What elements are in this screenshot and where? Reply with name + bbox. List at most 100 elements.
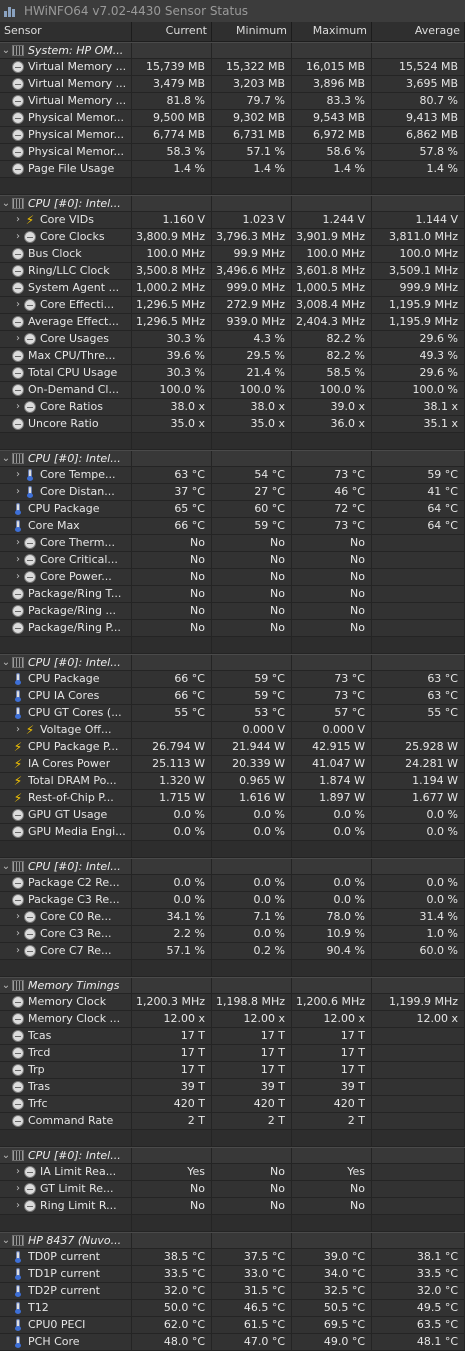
sensor-row[interactable]: Tras 39 T 39 T 39 T bbox=[0, 1079, 465, 1096]
sensor-row[interactable]: TD0P current 38.5 °C 37.5 °C 39.0 °C 38.1 °C bbox=[0, 1249, 465, 1266]
expand-chevron-icon[interactable]: › bbox=[12, 1164, 24, 1180]
sensor-row[interactable]: Bus Clock 100.0 MHz 99.9 MHz 100.0 MHz 100.0… bbox=[0, 246, 465, 263]
collapse-chevron-icon[interactable]: ⌄ bbox=[0, 43, 12, 59]
expand-chevron-icon[interactable]: › bbox=[12, 552, 24, 568]
sensor-row[interactable]: GPU GT Usage 0.0 % 0.0 % 0.0 % 0.0 % bbox=[0, 807, 465, 824]
sensor-row[interactable]: › ⚡ Voltage Off... 0.000 V 0.000 V bbox=[0, 722, 465, 739]
column-average[interactable]: Average bbox=[372, 22, 465, 41]
expand-chevron-icon[interactable]: › bbox=[12, 212, 24, 228]
expand-chevron-icon[interactable]: › bbox=[12, 1198, 24, 1214]
sensor-row[interactable]: Virtual Memory ... 15,739 MB 15,322 MB 16,0… bbox=[0, 59, 465, 76]
sensor-row[interactable]: › Ring Limit R... No No No bbox=[0, 1198, 465, 1215]
sensor-row[interactable]: › Core Ratios 38.0 x 38.0 x 39.0 x 38.1 x bbox=[0, 399, 465, 416]
sensor-row[interactable]: Package C2 Re... 0.0 % 0.0 % 0.0 % 0.0 % bbox=[0, 875, 465, 892]
sensor-row[interactable]: ⚡ IA Cores Power 25.113 W 20.339 W 41.047 W2… bbox=[0, 756, 465, 773]
expand-chevron-icon[interactable]: › bbox=[12, 1181, 24, 1197]
column-current[interactable]: Current bbox=[132, 22, 212, 41]
sensor-row[interactable]: Package C3 Re... 0.0 % 0.0 % 0.0 % 0.0 % bbox=[0, 892, 465, 909]
expand-chevron-icon[interactable]: › bbox=[12, 484, 24, 500]
collapse-chevron-icon[interactable]: ⌄ bbox=[0, 655, 12, 671]
sensor-row[interactable]: On-Demand Cl... 100.0 % 100.0 % 100.0 % 100.… bbox=[0, 382, 465, 399]
sensor-row[interactable]: Package/Ring P... No No No bbox=[0, 620, 465, 637]
sensor-group-row[interactable]: ⌄ CPU [#0]: Intel... bbox=[0, 195, 465, 212]
column-sensor[interactable]: Sensor bbox=[0, 22, 132, 41]
sensor-row[interactable]: Virtual Memory ... 81.8 % 79.7 % 83.3 % 80.7… bbox=[0, 93, 465, 110]
sensor-row[interactable]: GPU Media Engi... 0.0 % 0.0 % 0.0 % 0.0 % bbox=[0, 824, 465, 841]
sensor-group-row[interactable]: ⌄ HP 8437 (Nuvo... bbox=[0, 1232, 465, 1249]
sensor-row[interactable]: PCH Core 48.0 °C 47.0 °C 49.0 °C 48.1 °C bbox=[0, 1334, 465, 1351]
sensor-group-row[interactable]: ⌄ CPU [#0]: Intel... bbox=[0, 654, 465, 671]
sensor-row[interactable]: TD2P current 32.0 °C 31.5 °C 32.5 °C 32.0 °C bbox=[0, 1283, 465, 1300]
sensor-row[interactable]: CPU0 PECI 62.0 °C 61.5 °C 69.5 °C 63.5 °C bbox=[0, 1317, 465, 1334]
collapse-chevron-icon[interactable]: ⌄ bbox=[0, 859, 12, 875]
sensor-row[interactable]: Page File Usage 1.4 % 1.4 % 1.4 % 1.4 % bbox=[0, 161, 465, 178]
sensor-row[interactable]: Ring/LLC Clock 3,500.8 MHz 3,496.6 MHz 3,60… bbox=[0, 263, 465, 280]
sensor-row[interactable]: › Core Therm... No No No bbox=[0, 535, 465, 552]
sensor-group-row[interactable]: ⌄ CPU [#0]: Intel... bbox=[0, 858, 465, 875]
expand-chevron-icon[interactable]: › bbox=[12, 943, 24, 959]
sensor-row[interactable]: Physical Memor... 9,500 MB 9,302 MB 9,543 M… bbox=[0, 110, 465, 127]
sensor-row[interactable]: ⚡ Rest-of-Chip P... 1.715 W 1.616 W 1.897 W1… bbox=[0, 790, 465, 807]
expand-chevron-icon[interactable]: › bbox=[12, 229, 24, 245]
sensor-row[interactable]: › Core Critical... No No No bbox=[0, 552, 465, 569]
expand-chevron-icon[interactable]: › bbox=[12, 722, 24, 738]
sensor-row[interactable]: Trp 17 T 17 T 17 T bbox=[0, 1062, 465, 1079]
expand-chevron-icon[interactable]: › bbox=[12, 399, 24, 415]
sensor-row[interactable]: ⚡ CPU Package P... 26.794 W 21.944 W 42.915 … bbox=[0, 739, 465, 756]
expand-chevron-icon[interactable]: › bbox=[12, 297, 24, 313]
expand-chevron-icon[interactable]: › bbox=[12, 569, 24, 585]
column-minimum[interactable]: Minimum bbox=[212, 22, 292, 41]
collapse-chevron-icon[interactable]: ⌄ bbox=[0, 1148, 12, 1164]
sensor-row[interactable]: T12 50.0 °C 46.5 °C 50.5 °C 49.5 °C bbox=[0, 1300, 465, 1317]
sensor-row[interactable]: CPU Package 66 °C 59 °C 73 °C 63 °C bbox=[0, 671, 465, 688]
sensor-row[interactable]: › Core C0 Re... 34.1 % 7.1 % 78.0 % 31.4 % bbox=[0, 909, 465, 926]
expand-chevron-icon[interactable]: › bbox=[12, 909, 24, 925]
sensor-row[interactable]: Total CPU Usage 30.3 % 21.4 % 58.5 % 29.6 % bbox=[0, 365, 465, 382]
sensor-row[interactable]: › Core C7 Re... 57.1 % 0.2 % 90.4 % 60.0 % bbox=[0, 943, 465, 960]
sensor-row[interactable]: › Core Clocks 3,800.9 MHz 3,796.3 MHz 3,901.… bbox=[0, 229, 465, 246]
sensor-row[interactable]: › Core C3 Re... 2.2 % 0.0 % 10.9 % 1.0 % bbox=[0, 926, 465, 943]
sensor-row[interactable]: › Core Usages 30.3 % 4.3 % 82.2 % 29.6 % bbox=[0, 331, 465, 348]
sensor-row[interactable]: › GT Limit Re... No No No bbox=[0, 1181, 465, 1198]
sensor-row[interactable]: TD1P current 33.5 °C 33.0 °C 34.0 °C 33.5 °C bbox=[0, 1266, 465, 1283]
sensor-row[interactable]: Trcd 17 T 17 T 17 T bbox=[0, 1045, 465, 1062]
sensor-row[interactable]: Tcas 17 T 17 T 17 T bbox=[0, 1028, 465, 1045]
sensor-row[interactable]: Physical Memor... 58.3 % 57.1 % 58.6 % 57.8 … bbox=[0, 144, 465, 161]
sensor-row[interactable]: Core Max 66 °C 59 °C 73 °C 64 °C bbox=[0, 518, 465, 535]
sensor-row[interactable]: ⚡ Total DRAM Po... 1.320 W 0.965 W 1.874 W 1.… bbox=[0, 773, 465, 790]
sensor-row[interactable]: Physical Memor... 6,774 MB 6,731 MB 6,972 M… bbox=[0, 127, 465, 144]
sensor-row[interactable]: › ⚡ Core VIDs 1.160 V 1.023 V 1.244 V 1.144 V bbox=[0, 212, 465, 229]
sensor-row[interactable]: Average Effect... 1,296.5 MHz 939.0 MHz 2,4… bbox=[0, 314, 465, 331]
sensor-group-row[interactable]: ⌄ CPU [#0]: Intel... bbox=[0, 1147, 465, 1164]
sensor-group-row[interactable]: ⌄ Memory Timings bbox=[0, 977, 465, 994]
sensor-row[interactable]: Command Rate 2 T2 T2 T bbox=[0, 1113, 465, 1130]
sensor-row[interactable]: Memory Clock ... 12.00 x 12.00 x 12.00 x 12.… bbox=[0, 1011, 465, 1028]
expand-chevron-icon[interactable]: › bbox=[12, 331, 24, 347]
collapse-chevron-icon[interactable]: ⌄ bbox=[0, 1233, 12, 1249]
sensor-row[interactable]: CPU Package 65 °C 60 °C 72 °C 64 °C bbox=[0, 501, 465, 518]
collapse-chevron-icon[interactable]: ⌄ bbox=[0, 196, 12, 212]
expand-chevron-icon[interactable]: › bbox=[12, 926, 24, 942]
sensor-row[interactable]: System Agent ... 1,000.2 MHz 999.0 MHz 1,00… bbox=[0, 280, 465, 297]
sensor-row[interactable]: Package/Ring ... No No No bbox=[0, 603, 465, 620]
sensor-row[interactable]: CPU GT Cores (... 55 °C 53 °C 57 °C 55 °C bbox=[0, 705, 465, 722]
sensor-row[interactable]: Virtual Memory ... 3,479 MB 3,203 MB 3,896 … bbox=[0, 76, 465, 93]
sensor-row[interactable]: Package/Ring T... No No No bbox=[0, 586, 465, 603]
sensor-row[interactable]: Uncore Ratio 35.0 x 35.0 x 36.0 x 35.1 x bbox=[0, 416, 465, 433]
sensor-row[interactable]: › Core Effecti... 1,296.5 MHz 272.9 MHz 3,00… bbox=[0, 297, 465, 314]
sensor-row[interactable]: › Core Distan... 37 °C 27 °C 46 °C 41 °C bbox=[0, 484, 465, 501]
sensor-group-row[interactable]: ⌄ CPU [#0]: Intel... bbox=[0, 450, 465, 467]
sensor-row[interactable]: CPU IA Cores 66 °C 59 °C 73 °C 63 °C bbox=[0, 688, 465, 705]
sensor-group-row[interactable]: ⌄ System: HP OM... bbox=[0, 42, 465, 59]
sensor-row[interactable]: › Core Power... No No No bbox=[0, 569, 465, 586]
expand-chevron-icon[interactable]: › bbox=[12, 535, 24, 551]
column-maximum[interactable]: Maximum bbox=[292, 22, 372, 41]
collapse-chevron-icon[interactable]: ⌄ bbox=[0, 451, 12, 467]
sensor-row[interactable]: Max CPU/Thre... 39.6 % 29.5 % 82.2 % 49.3 % bbox=[0, 348, 465, 365]
collapse-chevron-icon[interactable]: ⌄ bbox=[0, 978, 12, 994]
sensor-row[interactable]: Memory Clock 1,200.3 MHz 1,198.8 MHz 1,200.… bbox=[0, 994, 465, 1011]
sensor-row[interactable]: Trfc 420 T 420 T 420 T bbox=[0, 1096, 465, 1113]
sensor-row[interactable]: › Core Tempe... 63 °C 54 °C 73 °C 59 °C bbox=[0, 467, 465, 484]
expand-chevron-icon[interactable]: › bbox=[12, 467, 24, 483]
sensor-row[interactable]: › IA Limit Rea... Yes No Yes bbox=[0, 1164, 465, 1181]
